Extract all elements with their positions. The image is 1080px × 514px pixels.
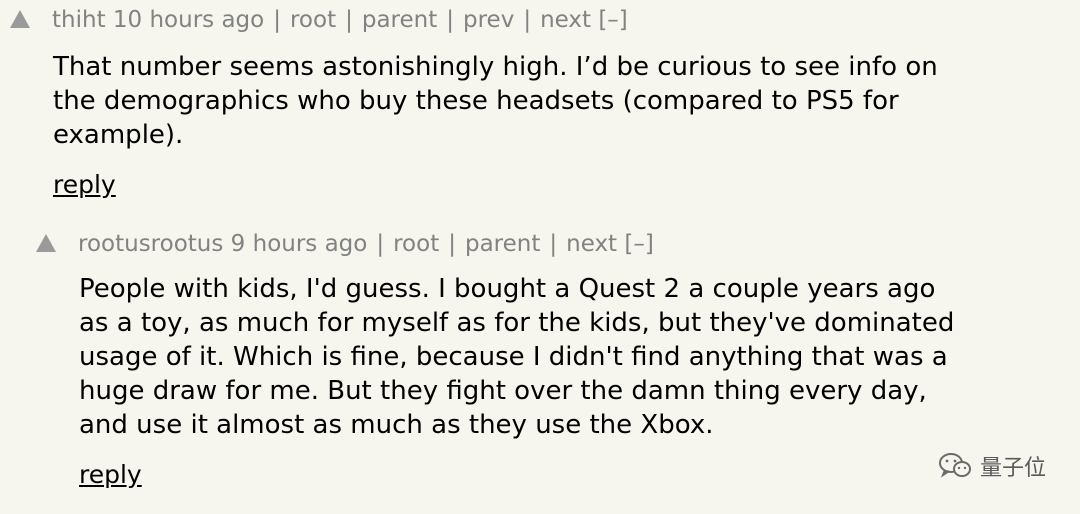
parent-link[interactable]: parent [362, 7, 437, 33]
wechat-icon [938, 453, 971, 478]
root-link[interactable]: root [290, 7, 336, 33]
parent-link[interactable]: parent [465, 231, 540, 257]
comment-text-line: People with kids, I'd guess. I bought a … [79, 274, 936, 304]
separator: | [273, 7, 281, 33]
separator: | [523, 7, 532, 33]
comment-age[interactable]: 9 hours ago [231, 231, 368, 257]
comment-text-line: usage of it. Which is fine, because I di… [79, 342, 948, 372]
comment: thiht 10 hours ago | root | parent | pre… [10, 0, 938, 199]
separator: | [345, 7, 353, 33]
upvote-arrow-icon[interactable] [36, 234, 56, 252]
comment-header: rootusrootus 9 hours ago | root | parent… [36, 224, 954, 264]
collapse-toggle[interactable]: [–] [598, 7, 627, 33]
reply-link[interactable]: reply [79, 460, 142, 489]
separator: | [448, 231, 456, 257]
separator: | [446, 7, 454, 33]
comment-text: People with kids, I'd guess. I bought a … [79, 272, 954, 442]
separator: | [549, 231, 558, 257]
comment: rootusrootus 9 hours ago | root | parent… [36, 224, 954, 489]
comment-text-line: That number seems astonishingly high. I’… [53, 52, 938, 82]
reply-link[interactable]: reply [53, 170, 116, 199]
collapse-toggle[interactable]: [–] [624, 231, 653, 257]
watermark: 量子位 [938, 450, 1046, 482]
comment-text-line: as a toy, as much for myself as for the … [79, 308, 955, 338]
watermark-text: 量子位 [979, 456, 1046, 481]
comment-text: That number seems astonishingly high. I’… [53, 50, 938, 152]
separator: | [376, 231, 385, 257]
root-link[interactable]: root [393, 231, 439, 257]
comment-author[interactable]: rootusrootus [78, 231, 223, 257]
comment-author[interactable]: thiht [52, 7, 106, 33]
comment-header: thiht 10 hours ago | root | parent | pre… [10, 0, 938, 40]
next-link[interactable]: next [540, 7, 591, 33]
comment-text-line: huge draw for me. But they fight over th… [79, 376, 927, 406]
prev-link[interactable]: prev [463, 7, 514, 33]
comment-text-line: example). [53, 120, 184, 150]
upvote-arrow-icon[interactable] [10, 10, 30, 28]
comment-age[interactable]: 10 hours ago [113, 7, 264, 33]
comment-text-line: and use it almost as much as they use th… [79, 410, 714, 440]
comment-text-line: the demographics who buy these headsets … [53, 86, 899, 116]
next-link[interactable]: next [566, 231, 617, 257]
